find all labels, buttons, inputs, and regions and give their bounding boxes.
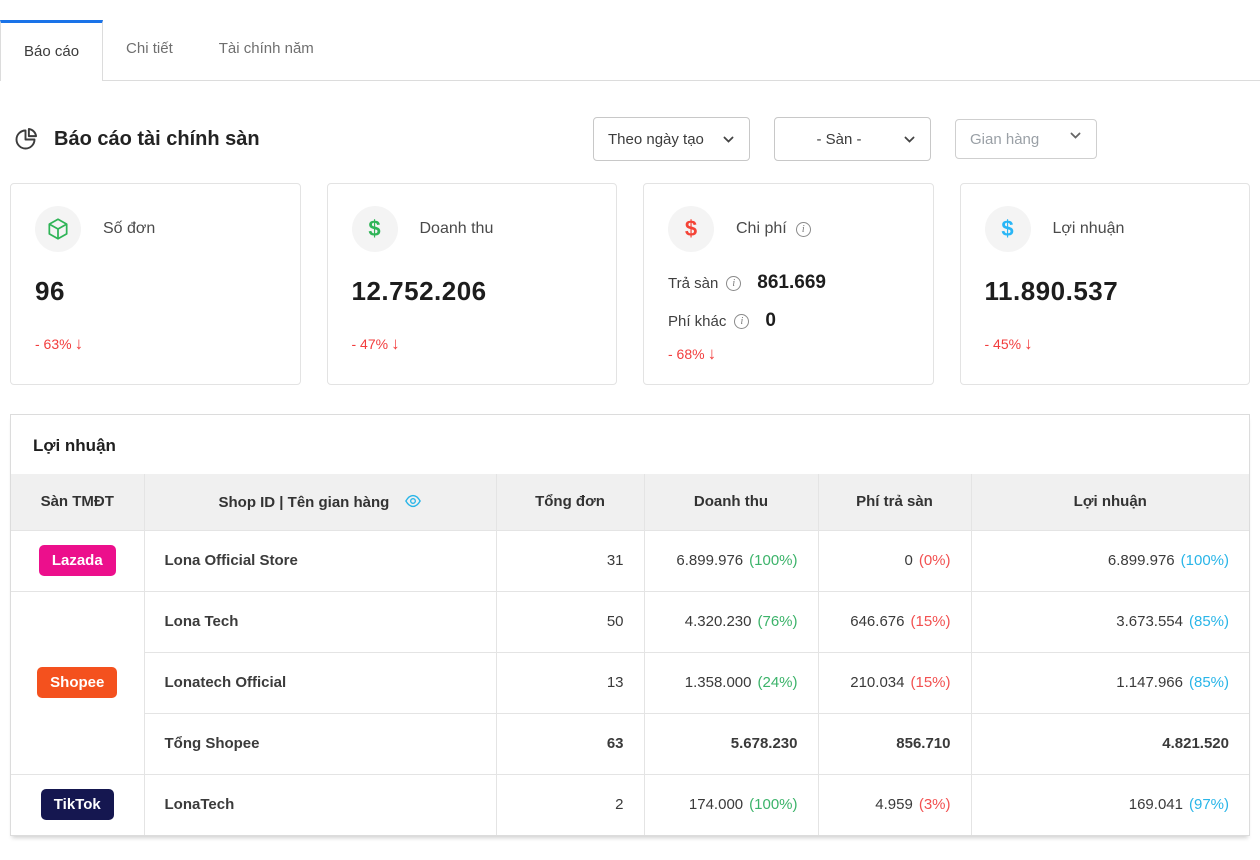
card-profit-value: 11.890.537 [985,276,1226,307]
card-cost-delta: - 68% ↓ [668,345,909,362]
down-arrow-icon: ↓ [75,335,84,352]
page-title: Báo cáo tài chính sàn [54,128,260,151]
col-platform-fee: Phí trả sàn [818,474,971,530]
cell-orders: 50 [496,591,644,652]
cell-shop: Tổng Shopee [144,713,496,774]
down-arrow-icon: ↓ [391,335,400,352]
chevron-down-icon [722,133,735,146]
table-row-shopee-total: Tổng Shopee 63 5.678.230 856.710 4.821.5… [11,713,1249,774]
cost-line-platform-fee: Trả sàn i 861.669 [668,272,909,294]
cell-profit: 4.821.520 [971,713,1249,774]
cell-fee: 0(0%) [818,530,971,591]
table-title: Lợi nhuận [11,415,1249,474]
table-row-shopee-2: Lonatech Official 13 1.358.000(24%) 210.… [11,652,1249,713]
chevron-down-icon [903,133,916,146]
cost-other-fee-value: 0 [765,310,776,332]
card-revenue-value: 12.752.206 [352,276,593,307]
cost-platform-fee-value: 861.669 [757,272,826,294]
card-orders-delta: - 63% ↓ [35,335,276,352]
dollar-icon: $ [668,206,714,252]
cell-revenue: 1.358.000(24%) [644,652,818,713]
dollar-icon: $ [985,206,1031,252]
col-platform: Sàn TMĐT [11,474,144,530]
info-icon[interactable]: i [734,314,749,329]
eye-icon[interactable] [404,492,422,510]
platform-badge-lazada: Lazada [39,545,116,576]
pie-chart-icon [12,126,39,153]
cell-revenue: 6.899.976(100%) [644,530,818,591]
tab-chi-tiet[interactable]: Chi tiết [103,20,196,80]
table-row-shopee-1: Shopee Lona Tech 50 4.320.230(76%) 646.6… [11,591,1249,652]
page-header: Báo cáo tài chính sàn Theo ngày tạo - Sà… [0,81,1260,161]
cell-profit: 6.899.976(100%) [971,530,1249,591]
cell-profit: 169.041(97%) [971,774,1249,835]
platform-badge-tiktok: TikTok [41,789,114,820]
cell-shop: LonaTech [144,774,496,835]
tab-bar: Báo cáo Chi tiết Tài chính năm [0,0,1260,81]
card-profit: $ Lợi nhuận 11.890.537 - 45% ↓ [960,183,1251,385]
platform-badge-shopee: Shopee [37,667,117,698]
col-revenue: Doanh thu [644,474,818,530]
card-revenue-label: Doanh thu [420,220,494,238]
card-cost: $ Chi phí i Trả sàn i 861.669 Phí khác i… [643,183,934,385]
table-header-row: Sàn TMĐT Shop ID | Tên gian hàng Tổng đơ… [11,474,1249,530]
cell-orders: 13 [496,652,644,713]
cell-revenue: 5.678.230 [644,713,818,774]
stat-cards-row: Số đơn 96 - 63% ↓ $ Doanh thu 12.752.206… [0,161,1260,385]
cell-orders: 2 [496,774,644,835]
cell-profit: 3.673.554(85%) [971,591,1249,652]
card-orders: Số đơn 96 - 63% ↓ [10,183,301,385]
tab-tai-chinh-nam[interactable]: Tài chính năm [196,20,337,80]
cell-shop: Lona Tech [144,591,496,652]
card-orders-label: Số đơn [103,220,155,238]
table-row-tiktok: TikTok LonaTech 2 174.000(100%) 4.959(3%… [11,774,1249,835]
card-cost-label: Chi phí [736,220,787,238]
dollar-icon: $ [352,206,398,252]
cell-fee: 210.034(15%) [818,652,971,713]
filter-platform-value: - Sàn - [789,131,889,148]
cost-line-other-fee: Phí khác i 0 [668,310,909,332]
cell-profit: 1.147.966(85%) [971,652,1249,713]
filter-date-type-value: Theo ngày tạo [608,131,704,148]
filter-platform[interactable]: - Sàn - [774,117,931,161]
card-revenue: $ Doanh thu 12.752.206 - 47% ↓ [327,183,618,385]
cell-shop: Lona Official Store [144,530,496,591]
filter-date-type[interactable]: Theo ngày tạo [593,117,750,161]
down-arrow-icon: ↓ [1024,335,1033,352]
cell-orders: 63 [496,713,644,774]
tab-bao-cao[interactable]: Báo cáo [0,20,103,81]
profit-table: Sàn TMĐT Shop ID | Tên gian hàng Tổng đơ… [11,474,1249,835]
profit-table-panel: Lợi nhuận Sàn TMĐT Shop ID | Tên gian hà… [10,414,1250,836]
col-profit: Lợi nhuận [971,474,1249,530]
info-icon[interactable]: i [726,276,741,291]
cell-shop: Lonatech Official [144,652,496,713]
filter-bar: Theo ngày tạo - Sàn - Gian hàng [593,117,1097,161]
cell-fee: 646.676(15%) [818,591,971,652]
cost-platform-fee-label: Trả sàn [668,275,718,292]
cost-other-fee-label: Phí khác [668,313,726,330]
down-arrow-icon: ↓ [708,345,717,362]
table-row-lazada: Lazada Lona Official Store 31 6.899.976(… [11,530,1249,591]
package-icon [35,206,81,252]
cell-revenue: 4.320.230(76%) [644,591,818,652]
cell-fee: 856.710 [818,713,971,774]
filter-shop-value: Gian hàng [970,131,1039,148]
filter-shop[interactable]: Gian hàng [955,119,1097,159]
chevron-down-icon [1069,129,1082,142]
card-profit-delta: - 45% ↓ [985,335,1226,352]
card-orders-value: 96 [35,276,276,307]
cell-fee: 4.959(3%) [818,774,971,835]
cell-revenue: 174.000(100%) [644,774,818,835]
col-total-orders: Tổng đơn [496,474,644,530]
card-profit-label: Lợi nhuận [1053,220,1125,238]
cell-orders: 31 [496,530,644,591]
card-revenue-delta: - 47% ↓ [352,335,593,352]
col-shop: Shop ID | Tên gian hàng [144,474,496,530]
info-icon[interactable]: i [796,222,811,237]
